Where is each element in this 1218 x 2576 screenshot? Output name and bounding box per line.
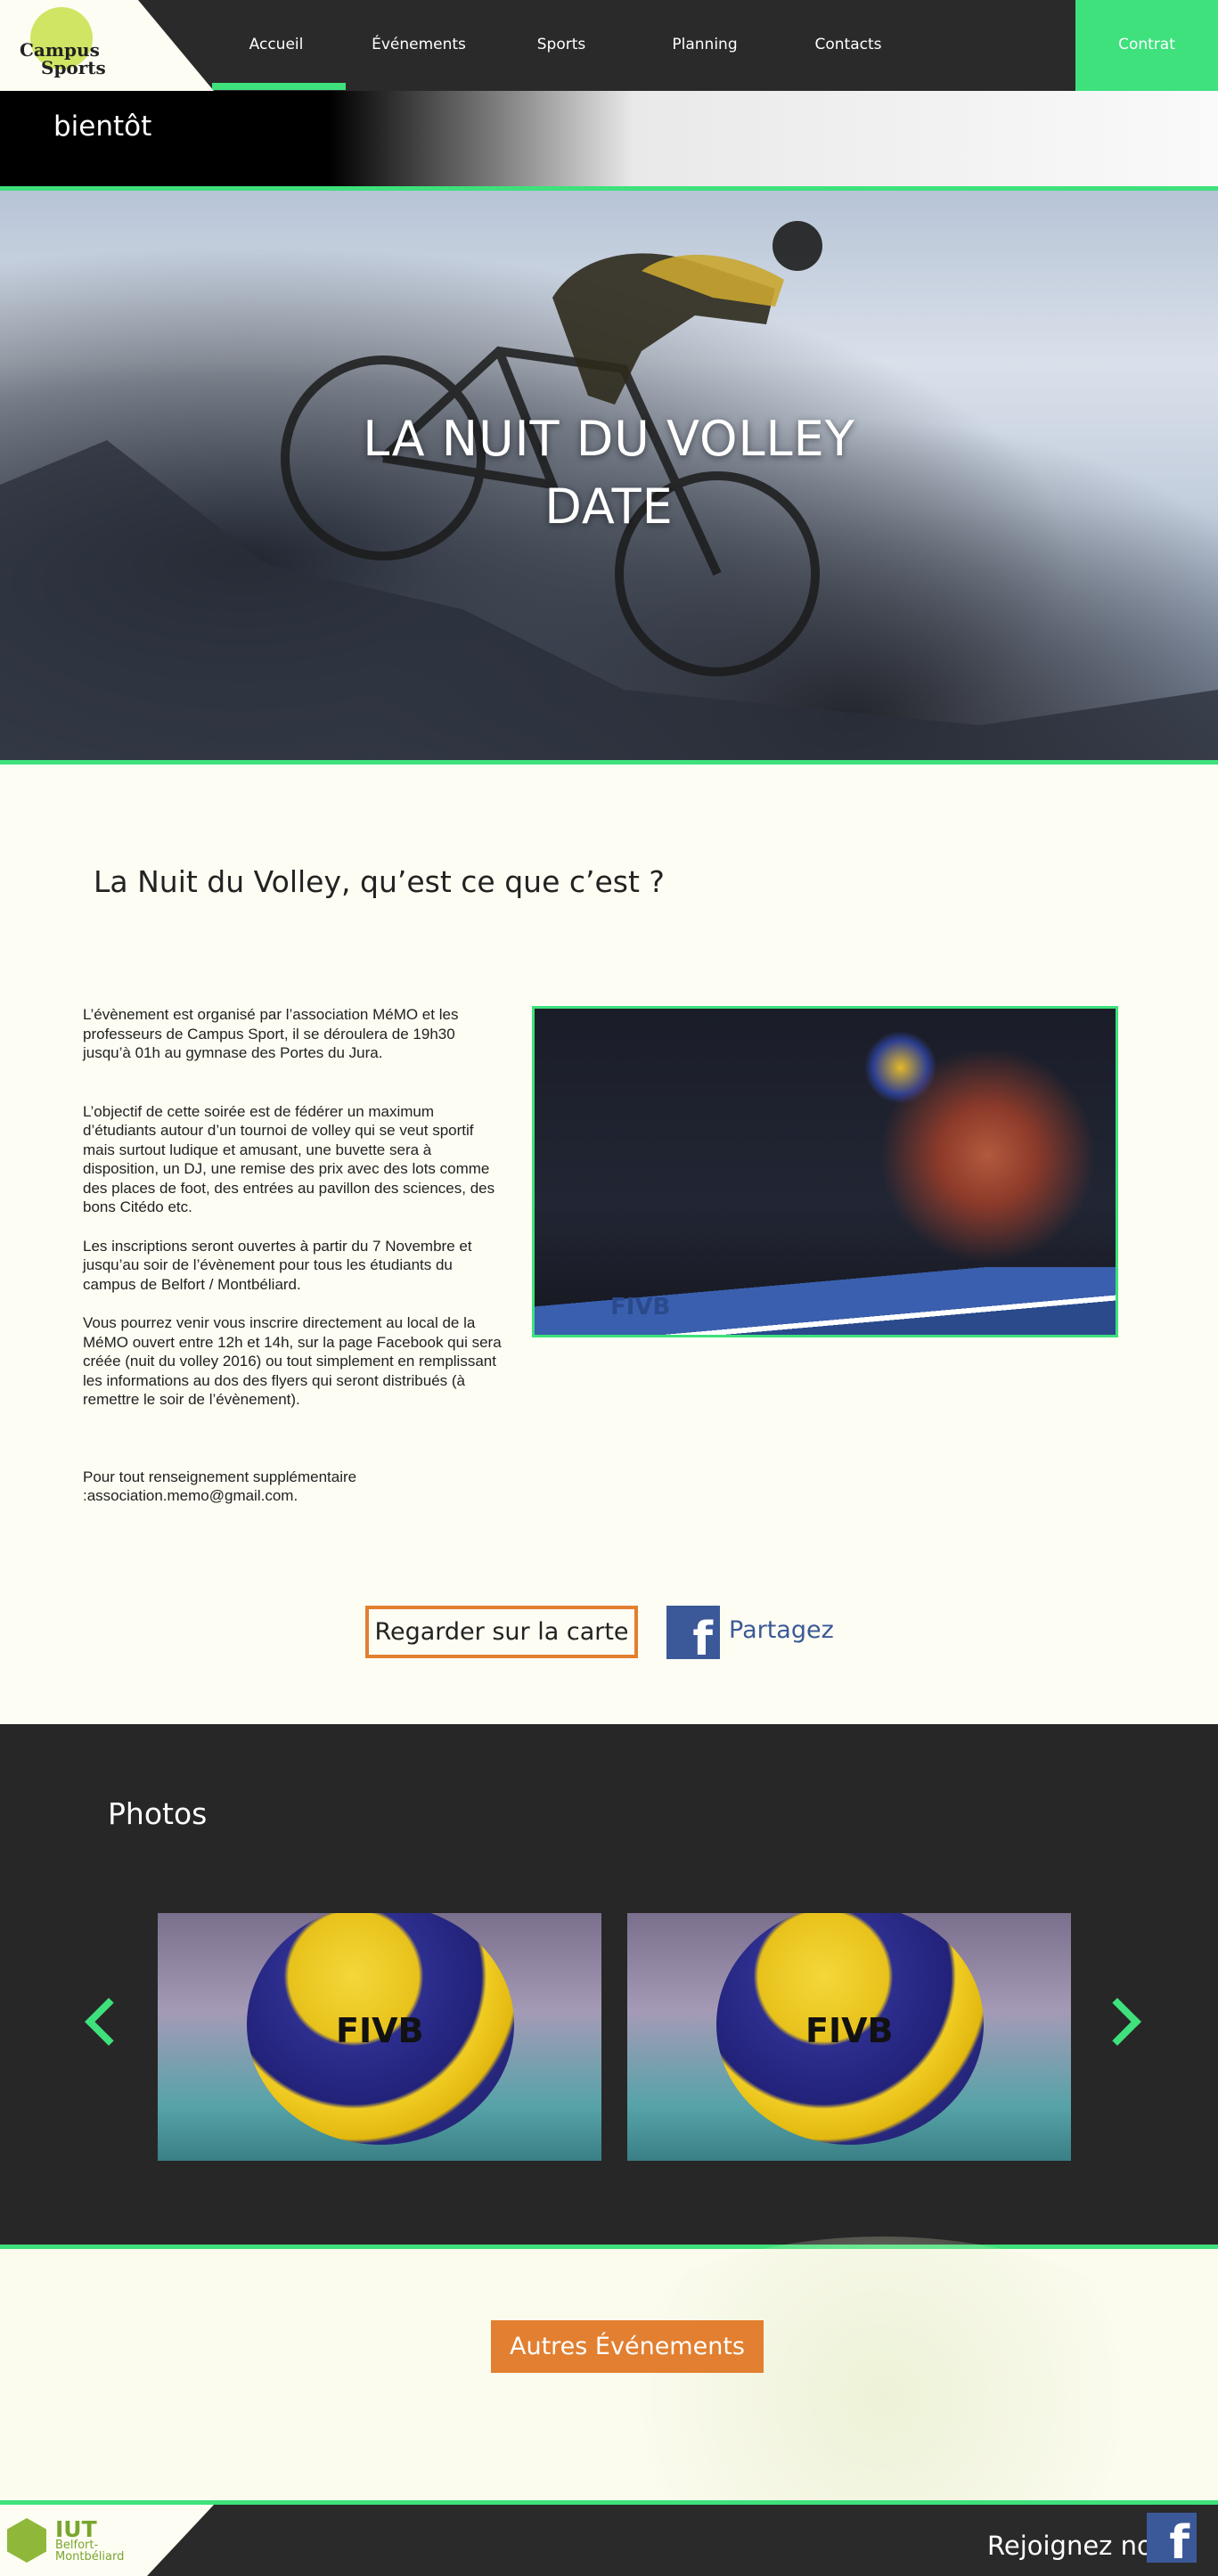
iut-subtitle-line: Montbéliard: [55, 2550, 125, 2564]
facebook-share-icon[interactable]: f: [666, 1606, 720, 1663]
announcement-banner: [0, 91, 1218, 187]
net-sponsor-label: FIVB: [610, 1294, 671, 1321]
contrat-button[interactable]: Contrat: [1075, 0, 1218, 91]
volleyball-player-photo: FIVB: [532, 1006, 1118, 1337]
contact-paragraph: Pour tout renseignement supplémentaire :…: [83, 1468, 357, 1505]
hero-title-line2: DATE: [544, 478, 674, 535]
hero-title: LA NUIT DU VOLLEY DATE: [0, 405, 1218, 541]
photos-title: Photos: [108, 1796, 208, 1831]
logo-word-1: Campus: [20, 39, 100, 61]
description-paragraph: L’évènement est organisé par l’associati…: [83, 1006, 459, 1061]
gallery-photo[interactable]: FIVB: [627, 1913, 1071, 2161]
description-paragraph: Les inscriptions seront ouvertes à parti…: [83, 1237, 472, 1293]
section-title: La Nuit du Volley, qu’est ce que c’est ?: [94, 864, 665, 899]
ball-brand-label: FIVB: [336, 2011, 424, 2050]
logo-word-2: Sports: [41, 57, 106, 78]
nav-item-planning[interactable]: Planning: [642, 0, 767, 89]
iut-subtitle: Belfort- Montbéliard: [55, 2539, 124, 2563]
nav-item-evenements[interactable]: Événements: [356, 0, 481, 89]
hero-divider: [0, 760, 1218, 765]
banner-text: bientôt: [53, 110, 152, 143]
nav-item-contacts[interactable]: Contacts: [786, 0, 911, 89]
description-paragraph: Vous pourrez venir vous inscrire directe…: [83, 1314, 502, 1408]
event-description: L’évènement est organisé par l’associati…: [83, 1005, 502, 1506]
gallery-photo[interactable]: FIVB: [158, 1913, 601, 2161]
other-events-button[interactable]: Autres Événements: [491, 2320, 764, 2373]
view-on-map-button[interactable]: Regarder sur la carte: [365, 1606, 638, 1658]
hero-title-line1: LA NUIT DU VOLLEY: [363, 411, 855, 467]
description-paragraph: L’objectif de cette soirée est de fédére…: [83, 1102, 495, 1216]
nav-item-sports[interactable]: Sports: [499, 0, 624, 89]
campus-sports-logo[interactable]: Campus Sports: [20, 41, 106, 77]
ball-brand-label: FIVB: [805, 2011, 894, 2050]
active-nav-indicator: [212, 83, 346, 90]
facebook-icon[interactable]: f: [1147, 2513, 1197, 2563]
share-link[interactable]: Partagez: [729, 1616, 834, 1644]
nav-item-accueil[interactable]: Accueil: [214, 0, 339, 89]
